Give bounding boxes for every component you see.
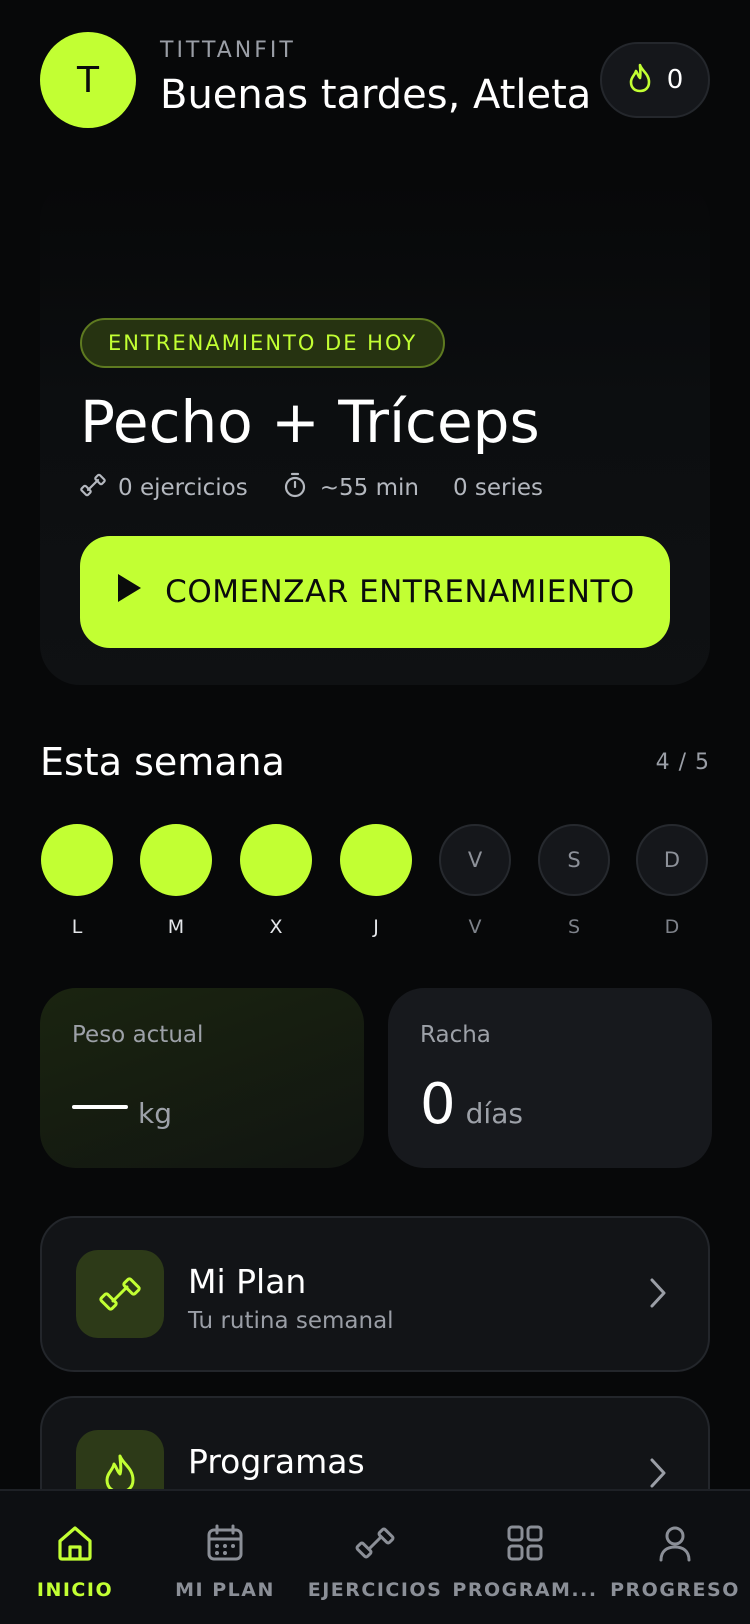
home-icon xyxy=(55,1523,95,1567)
nav-home-label: INICIO xyxy=(36,1579,114,1601)
weight-value-empty xyxy=(72,1072,128,1137)
start-workout-label: COMENZAR ENTRENAMIENTO xyxy=(165,574,635,610)
grid-icon xyxy=(505,1523,545,1567)
weight-value-row: kg xyxy=(72,1072,172,1137)
day-label: D xyxy=(664,916,680,938)
streak-label: Racha xyxy=(420,1022,491,1048)
streak-card[interactable]: Racha 0 días xyxy=(388,988,712,1168)
play-icon xyxy=(115,572,143,612)
day-label: X xyxy=(269,916,283,938)
my-plan-card[interactable]: Mi Plan Tu rutina semanal xyxy=(40,1216,710,1372)
start-workout-button[interactable]: COMENZAR ENTRENAMIENTO xyxy=(80,536,670,648)
day-circle[interactable] xyxy=(240,824,312,896)
week-progress: 4 / 5 xyxy=(655,750,710,775)
duration-meta: ~55 min xyxy=(282,471,419,505)
dumbbell-icon xyxy=(76,1250,164,1338)
calendar-icon xyxy=(205,1523,245,1567)
today-tag: ENTRENAMIENTO DE HOY xyxy=(80,318,446,368)
day-circle[interactable]: V xyxy=(439,824,511,896)
day-circle[interactable]: D xyxy=(636,824,708,896)
nav-programs[interactable]: PROGRAM... xyxy=(450,1491,600,1624)
my-plan-title: Mi Plan xyxy=(188,1262,307,1301)
chevron-right-icon xyxy=(648,1276,668,1314)
workout-meta: 0 ejercicios ~55 min 0 series xyxy=(80,470,577,506)
nav-my-plan[interactable]: MI PLAN xyxy=(150,1491,300,1624)
header: T TITTANFIT Buenas tardes, Atleta 0 xyxy=(40,32,710,128)
nav-my-plan-label: MI PLAN xyxy=(175,1579,275,1601)
exercises-count: 0 ejercicios xyxy=(118,475,248,501)
streak-pill[interactable]: 0 xyxy=(600,42,710,118)
user-icon xyxy=(655,1523,695,1567)
day-label: V xyxy=(468,916,482,938)
series-meta: 0 series xyxy=(453,475,543,501)
streak-unit: días xyxy=(465,1097,523,1130)
streak-value-row: 0 días xyxy=(420,1072,523,1137)
dumbbell-icon xyxy=(80,472,106,504)
week-title: Esta semana xyxy=(40,740,285,784)
streak-value: 0 xyxy=(420,1072,456,1137)
day-circle[interactable] xyxy=(41,824,113,896)
workout-title: Pecho + Tríceps xyxy=(80,388,540,456)
day-circle[interactable]: S xyxy=(538,824,610,896)
bottom-nav: INICIO MI PLAN EJERCICIOS PROGRAM... PRO… xyxy=(0,1489,750,1624)
nav-programs-label: PROGRAM... xyxy=(452,1579,598,1601)
programs-title: Programas xyxy=(188,1442,365,1481)
weight-card[interactable]: Peso actual kg xyxy=(40,988,364,1168)
home-screen: T TITTANFIT Buenas tardes, Atleta 0 ENTR… xyxy=(0,0,750,1624)
day-circle[interactable] xyxy=(340,824,412,896)
nav-exercises-label: EJERCICIOS xyxy=(307,1579,443,1601)
day-circle[interactable] xyxy=(140,824,212,896)
day-label: S xyxy=(567,916,581,938)
today-workout-card: ENTRENAMIENTO DE HOY Pecho + Tríceps 0 e… xyxy=(40,180,710,685)
nav-progress[interactable]: PROGRESO xyxy=(600,1491,750,1624)
nav-home[interactable]: INICIO xyxy=(0,1491,150,1624)
nav-progress-label: PROGRESO xyxy=(610,1579,740,1601)
nav-exercises[interactable]: EJERCICIOS xyxy=(300,1491,450,1624)
avatar[interactable]: T xyxy=(40,32,136,128)
greeting: Buenas tardes, Atleta xyxy=(160,72,592,118)
day-label: M xyxy=(167,916,185,938)
flame-icon xyxy=(627,63,653,97)
dumbbell-icon xyxy=(355,1523,395,1567)
my-plan-subtitle: Tu rutina semanal xyxy=(188,1308,394,1334)
weight-unit: kg xyxy=(138,1097,172,1130)
weight-label: Peso actual xyxy=(72,1022,204,1048)
streak-count: 0 xyxy=(666,65,684,95)
brand-name: TITTANFIT xyxy=(160,38,296,63)
duration-value: ~55 min xyxy=(319,475,419,501)
day-label: L xyxy=(71,916,83,938)
timer-icon xyxy=(282,471,308,505)
exercises-meta: 0 ejercicios xyxy=(80,472,248,504)
day-label: J xyxy=(373,916,379,938)
series-count: 0 series xyxy=(452,475,544,501)
